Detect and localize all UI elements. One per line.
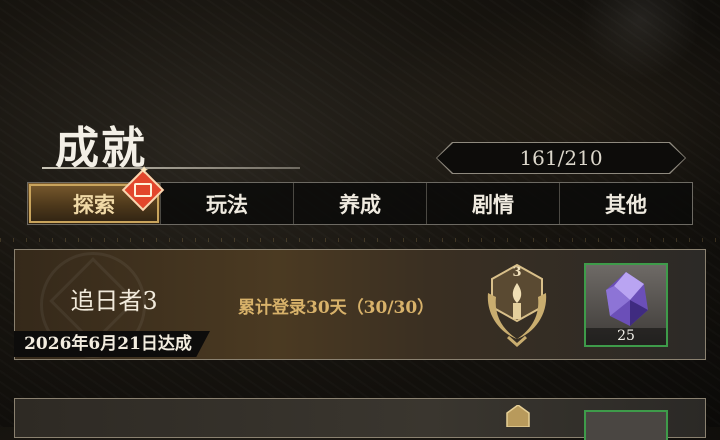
- reward-slot-partial[interactable]: [584, 410, 668, 440]
- tab-gameplay[interactable]: 玩法: [160, 183, 293, 224]
- reward-count: 25: [586, 328, 666, 345]
- achievement-progress: 161/210: [519, 146, 603, 170]
- completion-date: 2026年6月21日达成: [24, 334, 192, 354]
- gold-dust-divider: [0, 238, 720, 242]
- purple-crystal-icon: [606, 272, 648, 326]
- achievement-name: 追日者3: [70, 287, 158, 315]
- medal-icon-partial: [506, 405, 530, 427]
- gift-icon: [134, 183, 152, 197]
- tab-development[interactable]: 养成: [293, 183, 426, 224]
- medal-level: 3: [512, 265, 522, 280]
- tab-other[interactable]: 其他: [559, 183, 692, 224]
- achievement-description: 累计登录30天（30/30）: [238, 298, 435, 318]
- title-underline: [42, 167, 300, 169]
- tab-story[interactable]: 剧情: [426, 183, 559, 224]
- sparkle-icon: ✦: [139, 163, 150, 177]
